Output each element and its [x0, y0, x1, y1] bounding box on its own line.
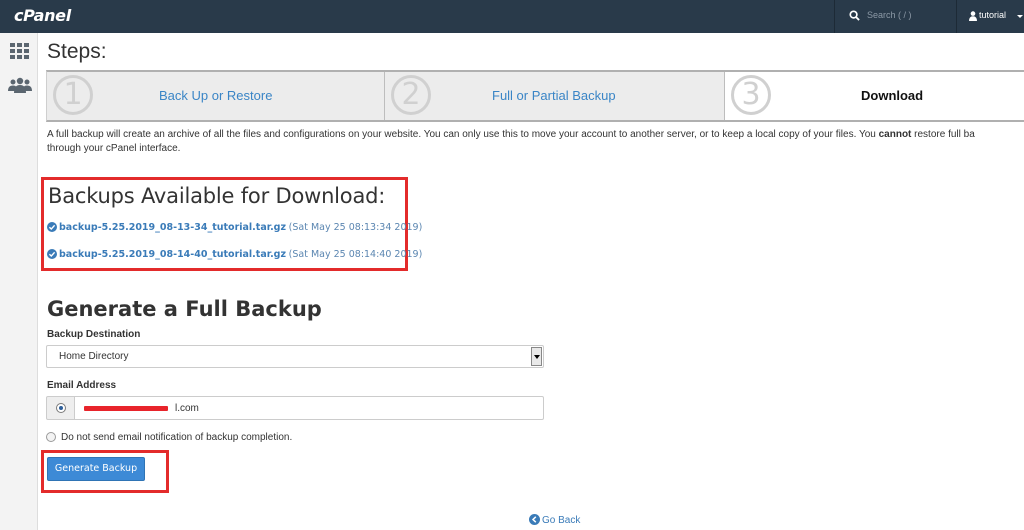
- email-field[interactable]: l.com: [74, 396, 544, 420]
- user-icon: [969, 11, 977, 21]
- backup-date: (Sat May 25 08:14:40 2019): [288, 249, 423, 260]
- email-notify-radio[interactable]: [56, 403, 66, 413]
- backup-wizard-steps: 1 Back Up or Restore 2 Full or Partial B…: [46, 70, 1024, 122]
- step-label[interactable]: Back Up or Restore: [159, 88, 272, 103]
- go-back-label[interactable]: Go Back: [542, 515, 580, 526]
- users-icon[interactable]: [8, 77, 32, 93]
- no-email-radio[interactable]: [46, 432, 56, 442]
- generate-backup-button[interactable]: Generate Backup: [47, 457, 145, 481]
- email-radio-cell: [46, 396, 75, 420]
- check-circle-icon: [47, 249, 57, 259]
- description-text: through your cPanel interface.: [47, 143, 181, 154]
- check-circle-icon: [47, 222, 57, 232]
- backup-download-link[interactable]: backup-5.25.2019_08-13-34_tutorial.tar.g…: [59, 222, 286, 233]
- description-emphasis: cannot: [878, 129, 912, 140]
- step-label[interactable]: Full or Partial Backup: [492, 88, 616, 103]
- username-label: tutorial: [979, 10, 1007, 20]
- no-email-option[interactable]: Do not send email notification of backup…: [46, 432, 292, 443]
- left-sidebar: [0, 33, 38, 530]
- backup-list-item: backup-5.25.2019_08-13-34_tutorial.tar.g…: [47, 222, 422, 236]
- wizard-step-full-or-partial[interactable]: 2 Full or Partial Backup: [385, 72, 725, 120]
- go-back-link[interactable]: Go Back: [529, 514, 580, 526]
- wizard-step-download: 3 Download: [725, 72, 1024, 120]
- page-title: Steps:: [47, 40, 107, 63]
- description-text: restore full ba: [911, 129, 975, 140]
- step-number: 3: [731, 75, 771, 115]
- dropdown-arrow-icon[interactable]: [531, 347, 542, 366]
- select-value: Home Directory: [59, 351, 129, 362]
- grid-icon[interactable]: [10, 43, 29, 59]
- step-number: 1: [53, 75, 93, 115]
- description-text: A full backup will create an archive of …: [47, 129, 879, 140]
- backup-date: (Sat May 25 08:13:34 2019): [288, 222, 423, 233]
- cpanel-logo[interactable]: cPanel: [14, 6, 71, 25]
- email-address-label: Email Address: [47, 380, 117, 391]
- step-number: 2: [391, 75, 431, 115]
- backup-destination-label: Backup Destination: [47, 329, 141, 340]
- top-navbar: cPanel Search ( / ) tutorial: [0, 0, 1024, 33]
- email-value: l.com: [175, 403, 199, 414]
- arrow-left-circle-icon: [529, 514, 540, 525]
- search-input[interactable]: Search ( / ): [867, 10, 912, 20]
- user-menu[interactable]: tutorial: [956, 0, 1024, 33]
- step-label: Download: [861, 88, 924, 103]
- backup-destination-select[interactable]: Home Directory: [46, 345, 544, 368]
- generate-backup-heading: Generate a Full Backup: [47, 297, 322, 321]
- backups-available-heading: Backups Available for Download:: [48, 184, 386, 208]
- wizard-step-backup-or-restore[interactable]: 1 Back Up or Restore: [47, 72, 385, 120]
- backup-list-item: backup-5.25.2019_08-14-40_tutorial.tar.g…: [47, 249, 422, 263]
- search-box[interactable]: Search ( / ): [834, 0, 956, 33]
- backup-download-link[interactable]: backup-5.25.2019_08-14-40_tutorial.tar.g…: [59, 249, 286, 260]
- backup-description: A full backup will create an archive of …: [47, 128, 1024, 156]
- caret-down-icon: [1017, 15, 1023, 18]
- search-icon: [849, 10, 860, 21]
- no-email-label: Do not send email notification of backup…: [61, 432, 293, 443]
